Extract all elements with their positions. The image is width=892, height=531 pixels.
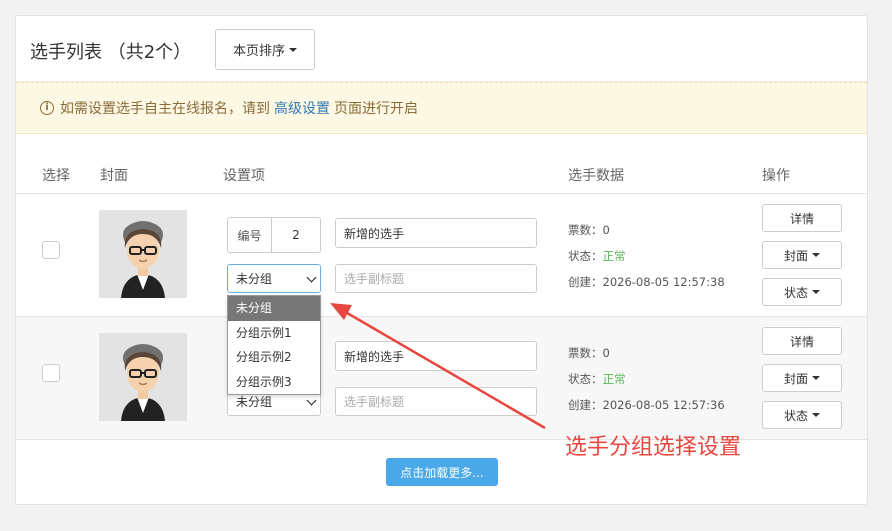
number-value[interactable]: 2	[272, 218, 320, 252]
column-header-data: 选手数据	[568, 168, 624, 184]
caret-down-icon	[812, 413, 820, 417]
caret-down-icon	[812, 290, 820, 294]
player-name-input[interactable]: 新增的选手	[335, 218, 537, 248]
cover-label: 封面	[783, 248, 808, 263]
avatar	[99, 333, 187, 421]
dropdown-option[interactable]: 未分组	[228, 296, 320, 321]
player-name-value: 新增的选手	[344, 226, 405, 241]
number-label: 编号	[228, 218, 272, 252]
detail-label: 详情	[789, 211, 814, 226]
status-text: 状态：正常	[568, 371, 626, 387]
votes-count: 票数：0	[568, 223, 610, 237]
subtitle-input[interactable]: 选手副标题	[335, 264, 537, 293]
sort-dropdown-button[interactable]: 本页排序	[215, 29, 315, 70]
status-button[interactable]: 状态	[762, 401, 842, 429]
chevron-down-icon	[306, 395, 317, 406]
status-badge: 正常	[602, 372, 626, 386]
panel-header: 选手列表 （共2个） 本页排序	[16, 16, 867, 82]
created-time: 创建：2026-08-05 12:57:38	[568, 275, 725, 289]
status-button-label: 状态	[783, 285, 808, 300]
dropdown-option[interactable]: 分组示例1	[228, 321, 320, 346]
table-row: 编号 2 新增的选手 未分组 选手副标题 票数：0 状态：正常 创建：2026-…	[16, 194, 867, 316]
status-text: 状态：正常	[568, 248, 626, 264]
caret-down-icon	[289, 47, 297, 52]
status-badge: 正常	[602, 249, 626, 263]
column-header-select: 选择	[42, 168, 70, 184]
created-time: 创建：2026-08-05 12:57:36	[568, 398, 725, 412]
status-label: 状态：	[568, 249, 603, 263]
caret-down-icon	[812, 376, 820, 380]
cover-button[interactable]: 封面	[762, 364, 842, 392]
advanced-settings-link[interactable]: 高级设置	[274, 98, 330, 118]
row-checkbox[interactable]	[42, 241, 60, 259]
notice-prefix: 如需设置选手自主在线报名，请到	[60, 101, 270, 117]
row-checkbox[interactable]	[42, 364, 60, 382]
player-name-value: 新增的选手	[344, 349, 405, 364]
group-dropdown-list[interactable]: 未分组 分组示例1 分组示例2 分组示例3	[227, 295, 321, 395]
notice-banner: i 如需设置选手自主在线报名，请到 高级设置 页面进行开启	[16, 82, 867, 134]
table-row: 编号 1 新增的选手 未分组 选手副标题 票数：0 状态：正常 创建：2026-…	[16, 317, 867, 439]
cover-button[interactable]: 封面	[762, 241, 842, 269]
column-header-cover: 封面	[100, 168, 128, 184]
group-select[interactable]: 未分组	[227, 264, 321, 293]
detail-button[interactable]: 详情	[762, 204, 842, 232]
status-button-label: 状态	[783, 408, 808, 423]
subtitle-placeholder: 选手副标题	[344, 272, 405, 286]
number-input-group[interactable]: 编号 2	[227, 217, 321, 253]
load-more-button[interactable]: 点击加载更多...	[386, 458, 498, 486]
player-name-input[interactable]: 新增的选手	[335, 341, 537, 371]
caret-down-icon	[812, 253, 820, 257]
info-icon: i	[40, 101, 54, 115]
detail-label: 详情	[789, 334, 814, 349]
dropdown-option[interactable]: 分组示例2	[228, 345, 320, 370]
dropdown-option[interactable]: 分组示例3	[228, 370, 320, 395]
status-label: 状态：	[568, 372, 603, 386]
detail-button[interactable]: 详情	[762, 327, 842, 355]
group-select-value: 未分组	[236, 272, 273, 286]
chevron-down-icon	[306, 272, 317, 283]
annotation-text: 选手分组选择设置	[565, 435, 742, 460]
avatar-image	[99, 210, 187, 298]
column-header-settings: 设置项	[223, 168, 265, 184]
subtitle-placeholder: 选手副标题	[344, 395, 405, 409]
avatar	[99, 210, 187, 298]
status-button[interactable]: 状态	[762, 278, 842, 306]
notice-suffix: 页面进行开启	[334, 101, 418, 117]
page-title: 选手列表 （共2个）	[30, 42, 192, 63]
subtitle-input[interactable]: 选手副标题	[335, 387, 537, 416]
column-header-actions: 操作	[762, 168, 790, 184]
group-select-value: 未分组	[236, 395, 273, 409]
avatar-image	[99, 333, 187, 421]
votes-count: 票数：0	[568, 346, 610, 360]
sort-label: 本页排序	[232, 44, 285, 59]
cover-label: 封面	[783, 371, 808, 386]
